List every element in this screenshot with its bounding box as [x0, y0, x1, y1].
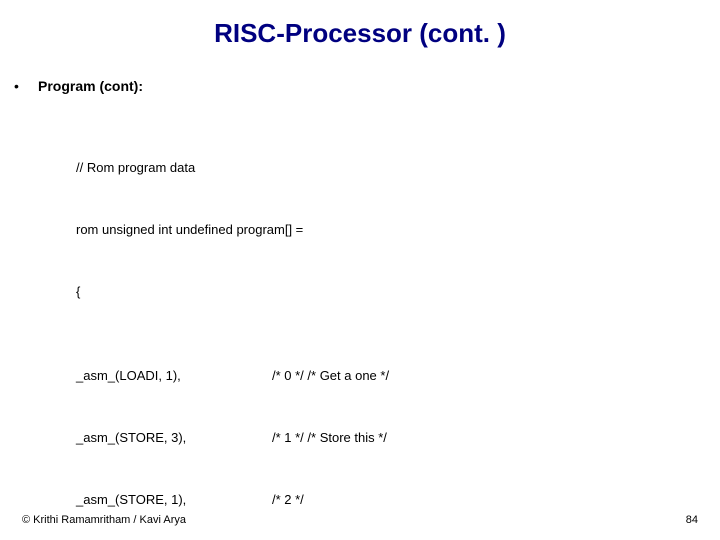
slide-title: RISC-Processor (cont. ): [0, 0, 720, 49]
code-op: _asm_(STORE, 3),: [76, 428, 272, 449]
section-heading: Program (cont):: [38, 78, 143, 94]
code-op: _asm_(STORE, 1),: [76, 490, 272, 511]
slide: RISC-Processor (cont. ) • Program (cont)…: [0, 0, 720, 540]
code-listing: // Rom program data rom unsigned int und…: [76, 116, 456, 540]
code-comment: /* 2 */: [272, 490, 304, 511]
code-line: _asm_(STORE, 3),/* 1 */ /* Store this */: [76, 428, 456, 449]
footer-credits: © Krithi Ramamritham / Kavi Arya: [22, 514, 186, 526]
code-line: rom unsigned int undefined program[] =: [76, 220, 456, 241]
code-comment: /* 0 */ /* Get a one */: [272, 366, 389, 387]
code-op: _asm_(LOADI, 1),: [76, 366, 272, 387]
code-line: _asm_(LOADI, 1),/* 0 */ /* Get a one */: [76, 366, 456, 387]
code-line: // Rom program data: [76, 158, 456, 179]
code-comment: /* 1 */ /* Store this */: [272, 428, 387, 449]
bullet-marker: •: [14, 78, 19, 94]
code-line: _asm_(STORE, 1),/* 2 */: [76, 490, 456, 511]
page-number: 84: [686, 514, 698, 526]
code-line: {: [76, 282, 456, 303]
